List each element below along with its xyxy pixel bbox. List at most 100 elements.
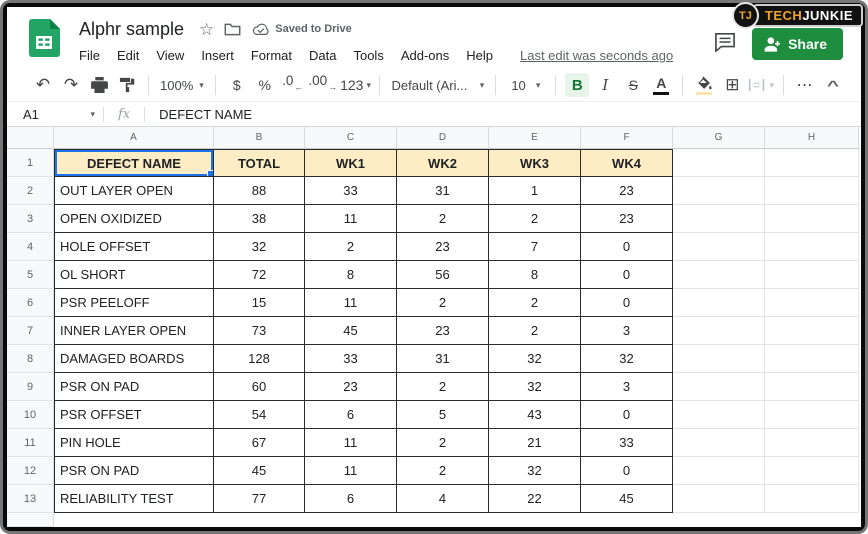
redo-icon[interactable]: ↷ [59, 73, 83, 97]
cell-D6[interactable]: 2 [397, 289, 489, 317]
cell-F5[interactable]: 0 [581, 261, 673, 289]
paint-format-icon[interactable] [115, 73, 139, 97]
row-header-8[interactable]: 8 [7, 345, 54, 373]
cell-C12[interactable]: 11 [305, 457, 397, 485]
cell-F11[interactable]: 33 [581, 429, 673, 457]
cell-G6[interactable] [673, 289, 765, 317]
merge-cells-button[interactable]: ▾ [748, 73, 774, 97]
cell-D3[interactable]: 2 [397, 205, 489, 233]
cell-A4[interactable]: HOLE OFFSET [54, 233, 214, 261]
collapse-toolbar-icon[interactable]: ^ [814, 73, 852, 97]
row-header-2[interactable]: 2 [7, 177, 54, 205]
menu-file[interactable]: File [79, 48, 100, 63]
cell-C10[interactable]: 6 [305, 401, 397, 429]
cell-C13[interactable]: 6 [305, 485, 397, 513]
increase-decimal-button[interactable]: .00 → [309, 73, 337, 97]
cell-E11[interactable]: 21 [489, 429, 581, 457]
menu-insert[interactable]: Insert [201, 48, 234, 63]
cell-B6[interactable]: 15 [214, 289, 305, 317]
cell-F8[interactable]: 32 [581, 345, 673, 373]
cell-H9[interactable] [765, 373, 859, 401]
cell-D5[interactable]: 56 [397, 261, 489, 289]
column-header-a[interactable]: A [54, 127, 214, 149]
cell-E1[interactable]: WK3 [489, 149, 581, 177]
cell-B5[interactable]: 72 [214, 261, 305, 289]
cell-G7[interactable] [673, 317, 765, 345]
cell-G8[interactable] [673, 345, 765, 373]
formula-input[interactable]: DEFECT NAME [145, 107, 252, 122]
cell-A2[interactable]: OUT LAYER OPEN [54, 177, 214, 205]
font-family-select[interactable]: Default (Ari... ▾ [387, 78, 488, 93]
cell-H5[interactable] [765, 261, 859, 289]
cell-H2[interactable] [765, 177, 859, 205]
fill-color-button[interactable] [692, 73, 716, 97]
row-header-3[interactable]: 3 [7, 205, 54, 233]
cell-E6[interactable]: 2 [489, 289, 581, 317]
cell-A9[interactable]: PSR ON PAD [54, 373, 214, 401]
row-header-7[interactable]: 7 [7, 317, 54, 345]
cell-F7[interactable]: 3 [581, 317, 673, 345]
number-format-button[interactable]: 123 ▾ [341, 73, 371, 97]
cell-G3[interactable] [673, 205, 765, 233]
row-header-1[interactable]: 1 [7, 149, 54, 177]
row-header-11[interactable]: 11 [7, 429, 54, 457]
cell-E7[interactable]: 2 [489, 317, 581, 345]
cell-E9[interactable]: 32 [489, 373, 581, 401]
cell-H11[interactable] [765, 429, 859, 457]
column-header-c[interactable]: C [305, 127, 397, 149]
cell-A10[interactable]: PSR OFFSET [54, 401, 214, 429]
cell-H3[interactable] [765, 205, 859, 233]
cell-E12[interactable]: 32 [489, 457, 581, 485]
row-header-6[interactable]: 6 [7, 289, 54, 317]
cell-E3[interactable]: 2 [489, 205, 581, 233]
cell-A13[interactable]: RELIABILITY TEST [54, 485, 214, 513]
star-icon[interactable]: ☆ [199, 21, 214, 38]
last-edit-link[interactable]: Last edit was seconds ago [520, 48, 673, 63]
cell-F12[interactable]: 0 [581, 457, 673, 485]
italic-button[interactable]: I [593, 73, 617, 97]
cell-G13[interactable] [673, 485, 765, 513]
print-icon[interactable] [87, 73, 111, 97]
saved-status[interactable]: Saved to Drive [252, 23, 351, 36]
cell-A8[interactable]: DAMAGED BOARDS [54, 345, 214, 373]
cell-C7[interactable]: 45 [305, 317, 397, 345]
cell-D10[interactable]: 5 [397, 401, 489, 429]
font-size-select[interactable]: 10 ▾ [503, 78, 548, 93]
cell-A6[interactable]: PSR PEELOFF [54, 289, 214, 317]
cell-D4[interactable]: 23 [397, 233, 489, 261]
cell-C1[interactable]: WK1 [305, 149, 397, 177]
cell-D2[interactable]: 31 [397, 177, 489, 205]
cell-H1[interactable] [765, 149, 859, 177]
currency-format-button[interactable]: $ [225, 73, 249, 97]
cell-F2[interactable]: 23 [581, 177, 673, 205]
cell-B1[interactable]: TOTAL [214, 149, 305, 177]
row-header-9[interactable]: 9 [7, 373, 54, 401]
cell-E13[interactable]: 22 [489, 485, 581, 513]
cell-G5[interactable] [673, 261, 765, 289]
cell-D9[interactable]: 2 [397, 373, 489, 401]
row-header-14[interactable] [7, 513, 54, 527]
menu-tools[interactable]: Tools [353, 48, 383, 63]
cell-F6[interactable]: 0 [581, 289, 673, 317]
cell-B9[interactable]: 60 [214, 373, 305, 401]
cell-C11[interactable]: 11 [305, 429, 397, 457]
cell-D8[interactable]: 31 [397, 345, 489, 373]
strikethrough-button[interactable]: S [621, 73, 645, 97]
cell-A7[interactable]: INNER LAYER OPEN [54, 317, 214, 345]
cell-F3[interactable]: 23 [581, 205, 673, 233]
cell-G10[interactable] [673, 401, 765, 429]
cell-C6[interactable]: 11 [305, 289, 397, 317]
cell-C4[interactable]: 2 [305, 233, 397, 261]
cell-H8[interactable] [765, 345, 859, 373]
menu-edit[interactable]: Edit [117, 48, 139, 63]
cell-B10[interactable]: 54 [214, 401, 305, 429]
menu-add-ons[interactable]: Add-ons [401, 48, 449, 63]
cell-A1[interactable]: DEFECT NAME [54, 149, 214, 177]
cell-B3[interactable]: 38 [214, 205, 305, 233]
cell-H13[interactable] [765, 485, 859, 513]
menu-data[interactable]: Data [309, 48, 336, 63]
cell-H4[interactable] [765, 233, 859, 261]
cell-B8[interactable]: 128 [214, 345, 305, 373]
cell-H7[interactable] [765, 317, 859, 345]
cell-E4[interactable]: 7 [489, 233, 581, 261]
